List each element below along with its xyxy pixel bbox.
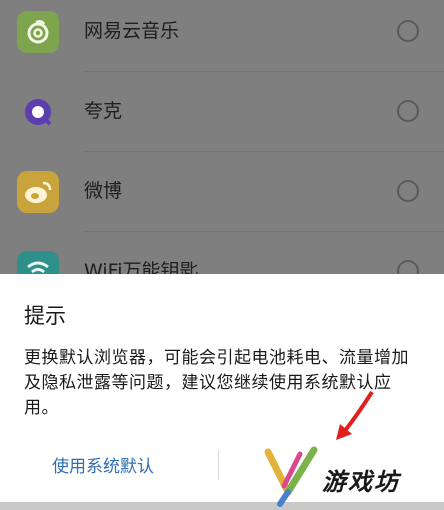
app-row-netease-music[interactable]: 网易云音乐: [0, 0, 444, 72]
button-divider: [218, 450, 219, 480]
radio-button[interactable]: [397, 180, 419, 202]
app-name: 夸克: [84, 100, 123, 122]
app-row-quark[interactable]: 夸克: [0, 72, 444, 152]
red-arrow-annotation: [336, 390, 374, 440]
weibo-icon: [17, 171, 59, 213]
watermark: 游戏坊: [262, 442, 444, 510]
quark-icon: [17, 91, 59, 133]
dialog-title: 提示: [24, 304, 66, 328]
radio-button[interactable]: [397, 20, 419, 42]
watermark-logo-icon: [264, 446, 318, 507]
app-list: 网易云音乐 夸克 微博 WiFi万能钥匙: [0, 0, 444, 293]
app-name: 网易云音乐: [84, 20, 180, 42]
netease-music-icon: [17, 11, 59, 53]
app-name: 微博: [84, 180, 123, 202]
app-row-weibo[interactable]: 微博: [0, 152, 444, 232]
use-system-default-button[interactable]: 使用系统默认: [52, 452, 154, 477]
watermark-text: 游戏坊: [322, 468, 400, 496]
radio-button[interactable]: [397, 100, 419, 122]
